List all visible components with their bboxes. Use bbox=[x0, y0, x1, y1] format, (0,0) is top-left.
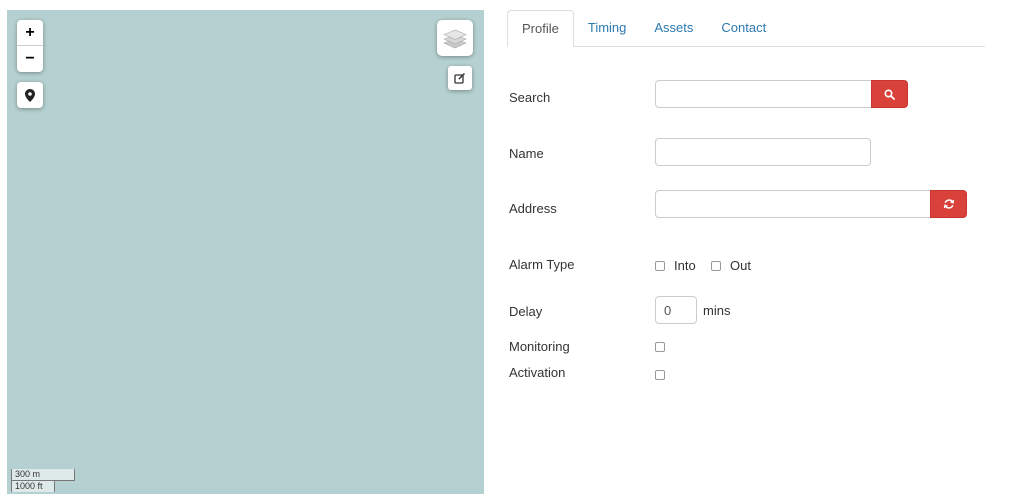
alarm-into-checkbox[interactable] bbox=[655, 261, 665, 271]
monitoring-label: Monitoring bbox=[509, 339, 570, 354]
tab-timing[interactable]: Timing bbox=[574, 10, 641, 47]
refresh-icon bbox=[943, 199, 954, 209]
monitoring-checkbox[interactable] bbox=[655, 342, 665, 352]
address-input[interactable] bbox=[655, 190, 930, 218]
zoom-out-button[interactable]: − bbox=[17, 46, 43, 72]
alarm-into-label: Into bbox=[674, 258, 696, 273]
tab-assets[interactable]: Assets bbox=[640, 10, 707, 47]
layers-icon bbox=[443, 29, 467, 49]
alarm-out-label: Out bbox=[730, 258, 751, 273]
tab-bar: Profile Timing Assets Contact bbox=[507, 10, 985, 47]
tab-contact[interactable]: Contact bbox=[707, 10, 780, 47]
refresh-address-button[interactable] bbox=[930, 190, 967, 218]
scale-bar: 300 m 1000 ft bbox=[11, 469, 75, 492]
alarm-type-label: Alarm Type bbox=[509, 257, 575, 272]
zoom-control: + − bbox=[17, 20, 43, 72]
name-label: Name bbox=[509, 146, 544, 161]
search-input[interactable] bbox=[655, 80, 871, 108]
address-label: Address bbox=[509, 201, 557, 216]
activation-checkbox[interactable] bbox=[655, 370, 665, 380]
name-input[interactable] bbox=[655, 138, 871, 166]
alarm-out-checkbox[interactable] bbox=[711, 261, 721, 271]
search-button[interactable] bbox=[871, 80, 908, 108]
scale-imperial: 1000 ft bbox=[11, 480, 55, 492]
map-view[interactable]: + − 300 m 1000 ft bbox=[7, 10, 484, 494]
delay-label: Delay bbox=[509, 304, 543, 319]
search-icon bbox=[884, 88, 895, 100]
edit-button[interactable] bbox=[448, 66, 472, 90]
search-label: Search bbox=[509, 90, 551, 105]
delay-unit: mins bbox=[703, 303, 731, 318]
tab-profile[interactable]: Profile bbox=[507, 10, 574, 47]
delay-input[interactable] bbox=[655, 296, 697, 324]
map-marker-icon bbox=[25, 88, 35, 102]
edit-icon bbox=[454, 72, 466, 84]
zoom-in-button[interactable]: + bbox=[17, 20, 43, 46]
activation-label: Activation bbox=[509, 365, 566, 380]
layers-button[interactable] bbox=[437, 20, 473, 56]
locate-button[interactable] bbox=[17, 82, 43, 108]
